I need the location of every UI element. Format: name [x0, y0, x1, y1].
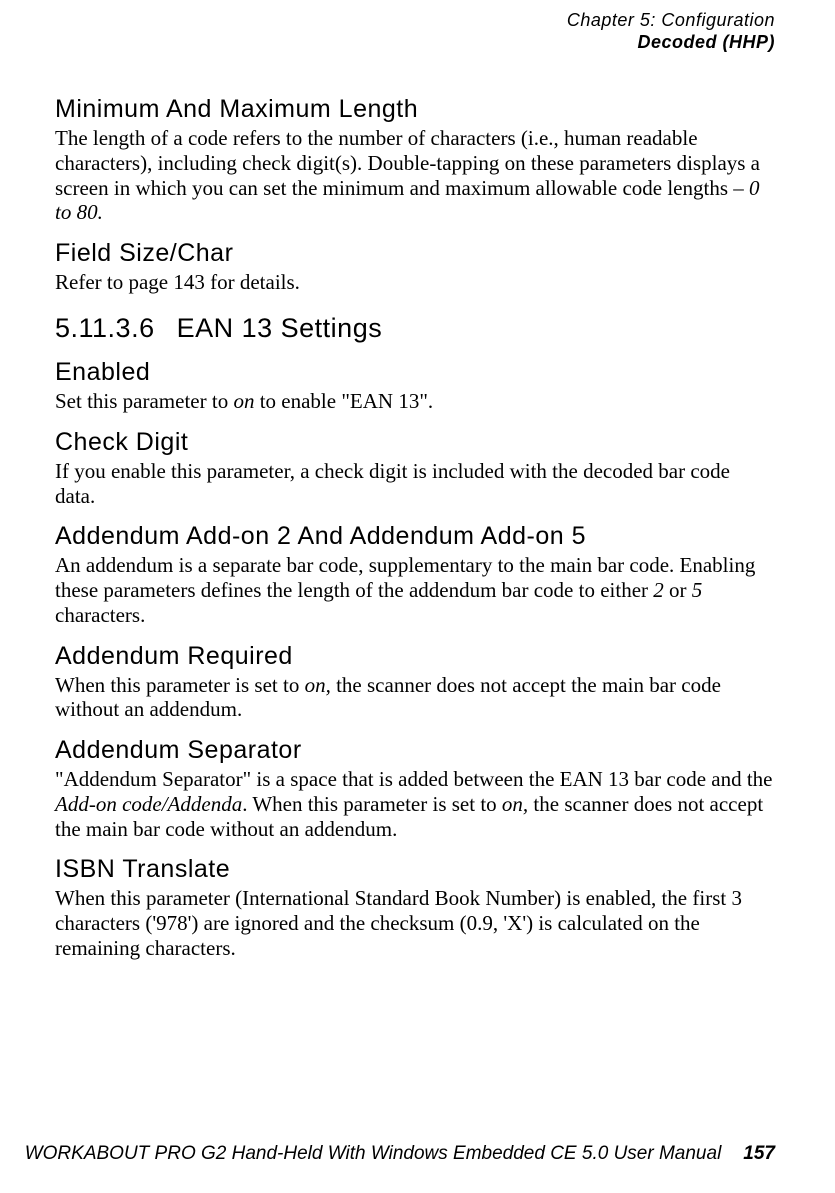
paragraph-isbn-translate: When this parameter (International Stand…: [55, 886, 775, 960]
text: or: [664, 578, 692, 602]
text: The length of a code refers to the numbe…: [55, 126, 760, 200]
heading-addendum-separator: Addendum Separator: [55, 736, 775, 765]
text-italic: on: [233, 389, 254, 413]
running-header: Chapter 5: Configuration Decoded (HHP): [55, 10, 775, 53]
paragraph-field-size-char: Refer to page 143 for details.: [55, 270, 775, 295]
paragraph-addendum-2-5: An addendum is a separate bar code, supp…: [55, 553, 775, 627]
heading-addendum-required: Addendum Required: [55, 642, 775, 671]
text: . When this parameter is set to: [242, 792, 502, 816]
heading-check-digit: Check Digit: [55, 428, 775, 457]
text: "Addendum Separator" is a space that is …: [55, 767, 773, 791]
text-italic: Add-on code/Addenda: [55, 792, 242, 816]
heading-field-size-char: Field Size/Char: [55, 239, 775, 268]
heading-addendum-2-5: Addendum Add-on 2 And Addendum Add-on 5: [55, 522, 775, 551]
text-italic: 2: [653, 578, 664, 602]
paragraph-check-digit: If you enable this parameter, a check di…: [55, 459, 775, 509]
heading-enabled: Enabled: [55, 358, 775, 387]
text-italic: on,: [305, 673, 331, 697]
section-title: EAN 13 Settings: [177, 313, 383, 343]
paragraph-enabled: Set this parameter to on to enable "EAN …: [55, 389, 775, 414]
heading-min-max-length: Minimum And Maximum Length: [55, 95, 775, 124]
heading-isbn-translate: ISBN Translate: [55, 855, 775, 884]
paragraph-addendum-required: When this parameter is set to on, the sc…: [55, 673, 775, 723]
paragraph-addendum-separator: "Addendum Separator" is a space that is …: [55, 767, 775, 841]
text: characters.: [55, 603, 145, 627]
paragraph-min-max-length: The length of a code refers to the numbe…: [55, 126, 775, 225]
page: Chapter 5: Configuration Decoded (HHP) M…: [0, 0, 835, 1193]
text: to enable "EAN 13".: [254, 389, 433, 413]
text-italic: on,: [502, 792, 528, 816]
header-section: Decoded (HHP): [55, 32, 775, 54]
header-chapter: Chapter 5: Configuration: [55, 10, 775, 32]
text-italic: 5: [692, 578, 703, 602]
page-number: 157: [743, 1143, 775, 1164]
text: Set this parameter to: [55, 389, 233, 413]
section-number: 5.11.3.6: [55, 313, 155, 344]
heading-ean13-settings: 5.11.3.6 EAN 13 Settings: [55, 313, 775, 344]
page-footer: WORKABOUT PRO G2 Hand-Held With Windows …: [0, 1143, 775, 1165]
text: An addendum is a separate bar code, supp…: [55, 553, 755, 602]
footer-text: WORKABOUT PRO G2 Hand-Held With Windows …: [25, 1143, 722, 1164]
text: When this parameter is set to: [55, 673, 305, 697]
